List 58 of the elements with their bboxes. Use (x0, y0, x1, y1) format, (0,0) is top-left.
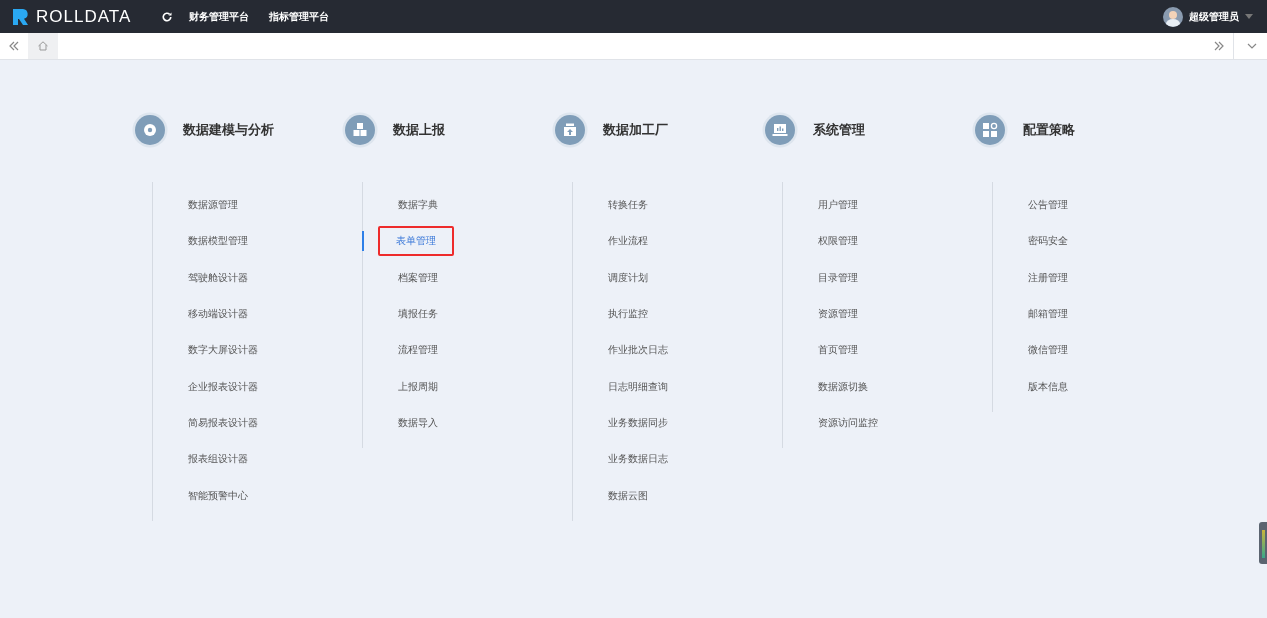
cubes-icon (342, 112, 378, 148)
menu-item[interactable]: 用户管理 (816, 190, 860, 221)
menu-item[interactable]: 数据模型管理 (186, 226, 250, 257)
menu-item[interactable]: 作业批次日志 (606, 335, 670, 366)
logo-icon (10, 6, 30, 27)
menu-item[interactable]: 注册管理 (1026, 262, 1070, 293)
caret-icon[interactable] (1245, 14, 1253, 19)
menu-item[interactable]: 邮箱管理 (1026, 299, 1070, 330)
menu-item[interactable]: 作业流程 (606, 226, 650, 257)
group-title: 配置策略 (1023, 121, 1075, 139)
menu-item[interactable]: 数据源切换 (816, 371, 870, 402)
menu-item[interactable]: 流程管理 (396, 335, 440, 366)
nav-link[interactable]: 指标管理平台 (269, 9, 330, 24)
menu-item[interactable]: 数字大屏设计器 (186, 335, 260, 366)
menu-item[interactable]: 报表组设计器 (186, 444, 250, 475)
group-title: 数据加工厂 (603, 121, 668, 139)
brand-name: ROLLDATA (36, 6, 132, 27)
menu-item[interactable]: 业务数据同步 (606, 407, 670, 438)
group-title: 系统管理 (813, 121, 865, 139)
menu-item[interactable]: 数据字典 (396, 190, 440, 221)
monitor-icon (762, 112, 798, 148)
avatar-icon (1163, 6, 1183, 27)
group-title: 数据建模与分析 (183, 121, 274, 139)
menu-item[interactable]: 执行监控 (606, 299, 650, 330)
menu-item[interactable]: 权限管理 (816, 226, 860, 257)
blocks-icon (972, 112, 1008, 148)
menu-item[interactable]: 数据源管理 (186, 190, 240, 221)
menu-item[interactable]: 填报任务 (396, 299, 440, 330)
menu-item[interactable]: 目录管理 (816, 262, 860, 293)
menu-item[interactable]: 智能预警中心 (186, 480, 250, 511)
side-widget-icon[interactable] (1259, 522, 1267, 564)
menu-item[interactable]: 转换任务 (606, 190, 650, 221)
menu-item[interactable]: 业务数据日志 (606, 444, 670, 475)
menu-item[interactable]: 微信管理 (1026, 335, 1070, 366)
nav-link[interactable]: 财务管理平台 (189, 9, 250, 24)
refresh-icon[interactable] (161, 10, 174, 23)
group-title: 数据上报 (393, 121, 445, 139)
menu-item[interactable]: 简易报表设计器 (186, 407, 260, 438)
menu-item[interactable]: 调度计划 (606, 262, 650, 293)
menu-item[interactable]: 日志明细查询 (606, 371, 670, 402)
expand-right-icon[interactable] (1213, 40, 1225, 52)
menu-item[interactable]: 版本信息 (1026, 371, 1070, 402)
menu-item[interactable]: 数据云图 (606, 480, 650, 511)
menu-item[interactable]: 企业报表设计器 (186, 371, 260, 402)
menu-item[interactable]: 公告管理 (1026, 190, 1070, 221)
menu-item[interactable]: 移动端设计器 (186, 299, 250, 330)
user-name[interactable]: 超级管理员 (1189, 9, 1239, 24)
menu-item[interactable]: 密码安全 (1026, 226, 1070, 257)
menu-item[interactable]: 驾驶舱设计器 (186, 262, 250, 293)
menu-item[interactable]: 档案管理 (396, 262, 440, 293)
collapse-left-icon[interactable] (8, 40, 20, 52)
menu-item[interactable]: 资源管理 (816, 299, 860, 330)
menu-item[interactable]: 表单管理 (378, 226, 454, 257)
menu-item[interactable]: 资源访问监控 (816, 407, 880, 438)
menu-item[interactable]: 首页管理 (816, 335, 860, 366)
menu-item[interactable]: 数据导入 (396, 407, 440, 438)
menu-item[interactable]: 上报周期 (396, 371, 440, 402)
home-icon (37, 40, 49, 52)
